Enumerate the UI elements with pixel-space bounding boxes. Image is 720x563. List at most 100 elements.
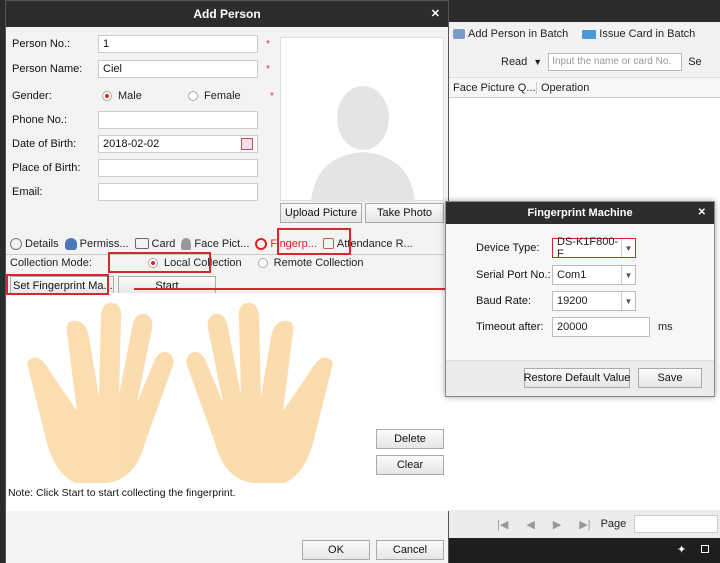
next-page-icon[interactable]: ▶ [553,518,561,531]
remote-collection-radio[interactable] [257,258,268,268]
email-row: Email: [12,183,258,201]
person-name-field[interactable]: Ciel [98,60,258,78]
required-mark: * [270,90,274,102]
pin-icon[interactable]: ✦ [677,543,686,556]
calendar-icon[interactable] [241,138,253,150]
clear-button[interactable]: Clear [376,455,444,475]
serial-port-value: Com1 [557,269,587,281]
tab-card[interactable]: Card [134,238,175,250]
person-tabs: Details Permiss... Card Face Pict... Fin… [6,233,448,255]
issue-card-batch-button[interactable]: Issue Card in Batch [582,28,695,40]
chevron-down-icon[interactable]: ▼ [621,239,635,257]
gender-label: Gender: [12,90,52,102]
annotation-arrow-line [134,288,452,290]
first-page-icon[interactable]: |◀ [497,518,508,531]
person-toolbar: Add Person in Batch Issue Card in Batch … [449,22,720,78]
collection-mode-label: Collection Mode: [10,257,92,269]
page-input[interactable] [634,515,719,533]
gender-female-label[interactable]: Female [204,90,262,102]
device-type-row: Device Type: DS-K1F800-F ▼ [476,236,636,260]
device-type-value: DS-K1F800-F [557,236,619,260]
phone-row: Phone No.: [12,111,258,129]
phone-field[interactable] [98,111,258,129]
close-icon[interactable]: ✕ [698,207,706,218]
highlight-set-fingerprint-button [6,274,109,295]
fm-title: Fingerprint Machine [527,207,633,219]
dob-label: Date of Birth: [12,138,77,150]
col-operation[interactable]: Operation [537,82,589,94]
phone-label: Phone No.: [12,114,68,126]
table-header: Face Picture Q... Operation [449,78,720,98]
serial-port-row: Serial Port No.: Com1 ▼ [476,264,636,286]
delete-button[interactable]: Delete [376,429,444,449]
fingerprint-area [7,293,449,511]
required-mark: * [266,38,270,50]
tab-details[interactable]: Details [10,237,59,250]
card-icon [582,29,597,39]
fm-titlebar: Fingerprint Machine ✕ [446,202,714,224]
photo-preview [280,37,444,202]
ok-button[interactable]: OK [302,540,370,560]
card-icon [134,238,149,249]
baud-rate-label: Baud Rate: [476,295,532,307]
serial-port-select[interactable]: Com1 ▼ [552,265,636,285]
timeout-row: Timeout after: 20000 ms [476,316,673,338]
cancel-button[interactable]: Cancel [376,540,444,560]
timeout-field[interactable]: 20000 [552,317,650,337]
pob-field[interactable] [98,159,258,177]
status-bar: ✦ [449,538,720,563]
fm-footer: Restore Default Value Save [446,360,714,396]
timeout-label: Timeout after: [476,321,544,333]
col-face-picture[interactable]: Face Picture Q... [453,81,537,94]
highlight-fingerprint-tab [277,228,351,255]
save-button[interactable]: Save [638,368,702,388]
read-button[interactable]: Read [501,56,527,68]
dob-field[interactable]: 2018-02-02 [98,135,258,153]
timeout-unit: ms [658,321,673,333]
tab-permission[interactable]: Permiss... [64,237,129,250]
remote-collection-label[interactable]: Remote Collection [274,257,364,269]
fingerprint-note: Note: Click Start to start collecting th… [8,487,236,499]
person-name-row: Person Name: Ciel * [12,60,270,78]
take-photo-button[interactable]: Take Photo [365,203,444,223]
person-no-row: Person No.: 1 * [12,35,270,53]
highlight-local-collection [108,252,211,273]
baud-rate-row: Baud Rate: 19200 ▼ [476,290,636,312]
dob-value: 2018-02-02 [103,138,160,150]
chevron-down-icon[interactable]: ▼ [621,266,635,284]
required-mark: * [266,63,270,75]
baud-rate-select[interactable]: 19200 ▼ [552,291,636,311]
person-icon [181,237,192,250]
page-label: Page [600,518,627,530]
gender-male-radio[interactable] [102,91,112,101]
pob-row: Place of Birth: [12,159,258,177]
serial-port-label: Serial Port No.: [476,269,551,281]
last-page-icon[interactable]: ▶| [579,518,590,531]
pob-label: Place of Birth: [12,162,81,174]
tab-face-picture[interactable]: Face Pict... [181,237,249,250]
upload-picture-button[interactable]: Upload Picture [280,203,362,223]
baud-rate-value: 19200 [557,295,588,307]
timeout-value: 20000 [557,321,588,333]
prev-page-icon[interactable]: ◀ [526,518,534,531]
dialog-titlebar: Add Person ✕ [6,1,448,27]
chevron-down-icon[interactable]: ▼ [533,57,542,67]
chevron-down-icon[interactable]: ▼ [621,292,635,310]
device-type-select[interactable]: DS-K1F800-F ▼ [552,236,636,260]
search-input[interactable]: Input the name or card No. [548,53,683,71]
gear-icon [10,237,22,250]
add-person-batch-button[interactable]: Add Person in Batch [453,28,568,40]
avatar-placeholder-icon [311,86,415,202]
gender-male-label[interactable]: Male [118,90,178,102]
email-field[interactable] [98,183,258,201]
restore-default-button[interactable]: Restore Default Value [524,368,630,388]
close-icon[interactable]: ✕ [431,7,440,20]
person-no-field[interactable]: 1 [98,35,258,53]
gender-female-radio[interactable] [188,91,198,101]
gender-row: Gender: Male Female * [12,87,274,105]
window-icon[interactable] [701,545,709,553]
users-icon [64,237,77,250]
search-button-partial[interactable]: Se [688,56,701,68]
dialog-title: Add Person [193,7,261,21]
person-no-label: Person No.: [12,38,71,50]
